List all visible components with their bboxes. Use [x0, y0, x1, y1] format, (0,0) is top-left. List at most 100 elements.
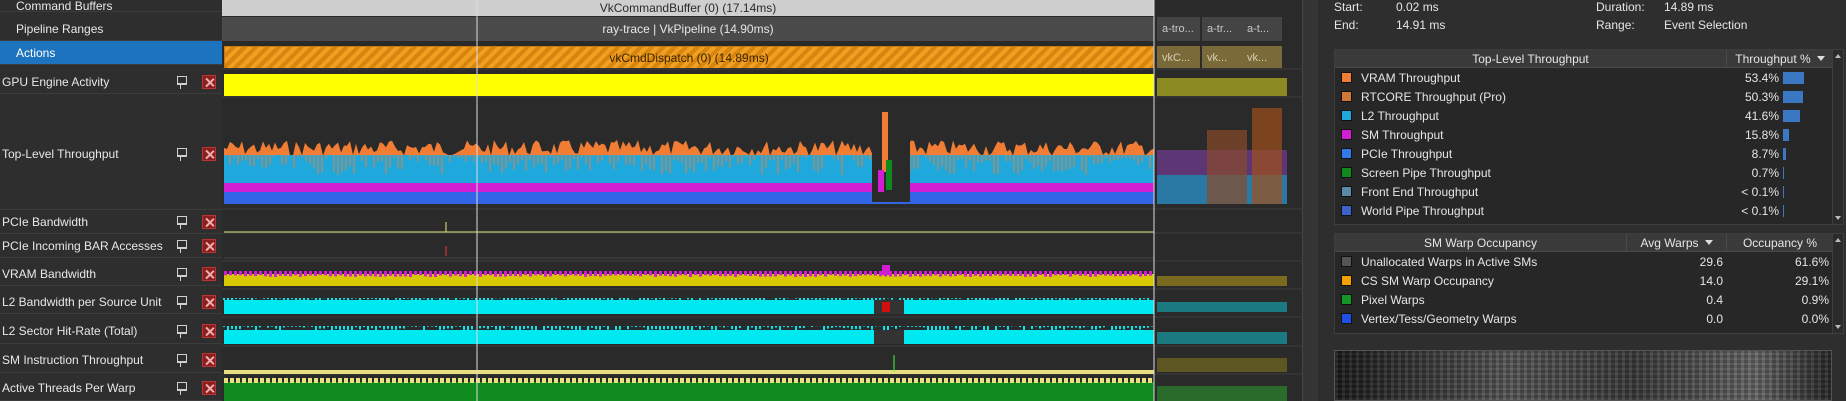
track-label: Actions: [16, 45, 56, 60]
track-label: GPU Engine Activity: [2, 74, 110, 89]
track-row-sm-instruction-throughput[interactable]: SM Instruction Throughput: [0, 347, 222, 373]
table-row[interactable]: Front End Throughput < 0.1%: [1335, 182, 1843, 201]
warp-name: Vertex/Tess/Geometry Warps: [1361, 311, 1517, 326]
remove-track-icon[interactable]: [202, 238, 216, 253]
throughput-pct-header[interactable]: Throughput %: [1727, 50, 1833, 67]
track-row-pcie-incoming-bar-accesses[interactable]: PCIe Incoming BAR Accesses: [0, 234, 222, 258]
remove-track-icon[interactable]: [202, 380, 216, 395]
track-label: PCIe Incoming BAR Accesses: [2, 238, 163, 253]
avg-warps-header[interactable]: Avg Warps: [1627, 234, 1727, 251]
table-row[interactable]: SM Throughput 15.8%: [1335, 125, 1843, 144]
pin-icon[interactable]: [174, 324, 188, 338]
pin-icon[interactable]: [174, 267, 188, 281]
avg-warps-value: 0.4: [1706, 292, 1723, 307]
color-swatch-icon: [1341, 148, 1352, 159]
metric-name: Front End Throughput: [1361, 184, 1479, 199]
pin-icon[interactable]: [174, 147, 188, 161]
throughput-name-header[interactable]: Top-Level Throughput: [1335, 50, 1727, 67]
range-start-value: 0.02 ms: [1396, 0, 1439, 14]
pin-icon[interactable]: [174, 353, 188, 367]
occupancy-value: 0.9%: [1801, 292, 1829, 307]
remove-track-icon[interactable]: [202, 266, 216, 281]
remove-track-icon[interactable]: [202, 323, 216, 338]
color-swatch-icon: [1341, 256, 1352, 267]
throughput-table[interactable]: Top-Level Throughput Throughput % VRAM T…: [1334, 49, 1844, 225]
color-swatch-icon: [1341, 72, 1352, 83]
remove-track-icon[interactable]: [202, 294, 216, 309]
track-row-pipeline-ranges[interactable]: Pipeline Ranges: [0, 17, 222, 41]
throughput-table-scrollbar[interactable]: [1832, 50, 1843, 224]
color-swatch-icon: [1341, 110, 1352, 121]
table-row[interactable]: VRAM Throughput 53.4%: [1335, 68, 1843, 87]
throughput-bar: [1783, 128, 1790, 141]
table-row[interactable]: RTCORE Throughput (Pro) 50.3%: [1335, 87, 1843, 106]
sort-desc-icon: [1704, 240, 1713, 245]
pin-icon[interactable]: [174, 381, 188, 395]
table-row[interactable]: CS SM Warp Occupancy 14.0 29.1%: [1335, 271, 1843, 290]
remove-track-icon[interactable]: [202, 146, 216, 161]
timeline-scrollbar[interactable]: [1302, 0, 1318, 401]
warp-name: CS SM Warp Occupancy: [1361, 273, 1494, 288]
metric-value: 0.7%: [1751, 165, 1779, 180]
metric-name-cell: PCIe Throughput: [1335, 147, 1727, 161]
pin-icon[interactable]: [174, 239, 188, 253]
remove-track-icon[interactable]: [202, 74, 216, 89]
table-row[interactable]: Pixel Warps 0.4 0.9%: [1335, 290, 1843, 309]
metric-name: RTCORE Throughput (Pro): [1361, 89, 1506, 104]
metric-name: World Pipe Throughput: [1361, 203, 1484, 218]
warp-name-cell: Pixel Warps: [1335, 293, 1627, 307]
track-row-l2-bandwidth-per-source-unit[interactable]: L2 Bandwidth per Source Unit: [0, 290, 222, 314]
metric-name-cell: Screen Pipe Throughput: [1335, 166, 1727, 180]
throughput-bar: [1783, 166, 1784, 179]
track-row-pcie-bandwidth[interactable]: PCIe Bandwidth: [0, 210, 222, 234]
table-row[interactable]: Unallocated Warps in Active SMs 29.6 61.…: [1335, 252, 1843, 271]
avg-warps-value: 29.6: [1699, 254, 1723, 269]
table-row[interactable]: Vertex/Tess/Geometry Warps 0.0 0.0%: [1335, 309, 1843, 328]
color-swatch-icon: [1341, 167, 1352, 178]
pin-icon[interactable]: [174, 75, 188, 89]
occupancy-pct-header[interactable]: Occupancy %: [1727, 234, 1833, 251]
warp-name: Unallocated Warps in Active SMs: [1361, 254, 1538, 269]
range-type-label: Range:: [1596, 18, 1635, 32]
color-swatch-icon: [1341, 186, 1352, 197]
track-row-command-buffers[interactable]: Command Buffers: [0, 0, 222, 13]
track-label-column: Command Buffers Pipeline Ranges Actions GPU…: [0, 0, 222, 401]
warp-table-scrollbar[interactable]: [1832, 234, 1843, 333]
table-row[interactable]: PCIe Throughput 8.7%: [1335, 144, 1843, 163]
track-row-vram-bandwidth[interactable]: VRAM Bandwidth: [0, 262, 222, 286]
metric-value: 15.8%: [1744, 127, 1779, 142]
throughput-bar: [1783, 109, 1800, 122]
metric-name-cell: RTCORE Throughput (Pro): [1335, 90, 1727, 104]
pin-icon[interactable]: [174, 295, 188, 309]
warp-name-header[interactable]: SM Warp Occupancy: [1335, 234, 1627, 251]
metric-name-cell: VRAM Throughput: [1335, 71, 1727, 85]
metric-value: 53.4%: [1744, 70, 1779, 85]
warp-name-cell: CS SM Warp Occupancy: [1335, 274, 1627, 288]
metric-name-cell: World Pipe Throughput: [1335, 204, 1727, 218]
timeline-view[interactable]: VkCommandBuffer (0) (17.14ms) ray-trace …: [222, 0, 1302, 401]
track-row-top-level-throughput[interactable]: Top-Level Throughput: [0, 98, 222, 210]
remove-track-icon[interactable]: [202, 352, 216, 367]
track-row-actions[interactable]: Actions: [0, 41, 222, 65]
table-row[interactable]: World Pipe Throughput < 0.1%: [1335, 201, 1843, 220]
range-duration-label: Duration:: [1596, 0, 1645, 14]
metric-name-cell: Front End Throughput: [1335, 185, 1727, 199]
table-row[interactable]: L2 Throughput 41.6%: [1335, 106, 1843, 125]
color-swatch-icon: [1341, 313, 1352, 324]
track-row-gpu-engine-activity[interactable]: GPU Engine Activity: [0, 70, 222, 94]
metric-value: < 0.1%: [1741, 184, 1779, 199]
track-label: Pipeline Ranges: [16, 21, 104, 36]
range-start-label: Start:: [1334, 0, 1363, 14]
track-row-l2-sector-hit-rate-total-[interactable]: L2 Sector Hit-Rate (Total): [0, 318, 222, 344]
range-end-label: End:: [1334, 18, 1359, 32]
track-label: PCIe Bandwidth: [2, 214, 89, 229]
track-row-active-threads-per-warp[interactable]: Active Threads Per Warp: [0, 375, 222, 401]
warp-occupancy-table[interactable]: SM Warp Occupancy Avg Warps Occupancy % …: [1334, 233, 1844, 334]
table-row[interactable]: Screen Pipe Throughput 0.7%: [1335, 163, 1843, 182]
metric-value: < 0.1%: [1741, 203, 1779, 218]
metric-graphs: [222, 0, 1302, 401]
track-label: Command Buffers: [16, 0, 113, 13]
pin-icon[interactable]: [174, 215, 188, 229]
track-label: L2 Bandwidth per Source Unit: [2, 294, 162, 309]
remove-track-icon[interactable]: [202, 214, 216, 229]
